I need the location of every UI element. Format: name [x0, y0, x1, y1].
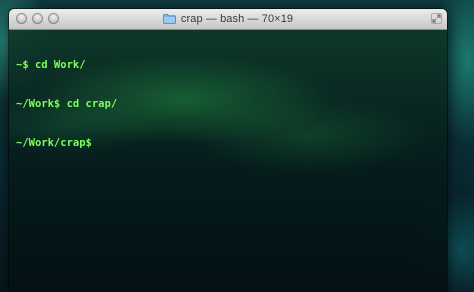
terminal-output: ~$ cd Work/ ~/Work$ cd crap/ ~/Work/crap…: [16, 33, 117, 176]
terminal-prompt-line: ~/Work/crap$: [16, 137, 92, 149]
window-title: crap — bash — 70×19: [180, 13, 294, 25]
terminal-content[interactable]: ~$ cd Work/ ~/Work$ cd crap/ ~/Work/crap…: [9, 30, 447, 292]
scrollbar[interactable]: [439, 30, 447, 292]
terminal-line: ~/Work$ cd crap/: [16, 98, 118, 110]
terminal-line: ~$ cd Work/: [16, 59, 86, 71]
terminal-window[interactable]: crap — bash — 70×19 ~$ cd Work/ ~/Work$ …: [9, 9, 447, 292]
fullscreen-arrows-icon[interactable]: [430, 13, 442, 24]
window-title-container: crap — bash — 70×19: [9, 9, 447, 29]
title-bar[interactable]: crap — bash — 70×19: [9, 9, 447, 30]
folder-icon: [162, 14, 176, 24]
